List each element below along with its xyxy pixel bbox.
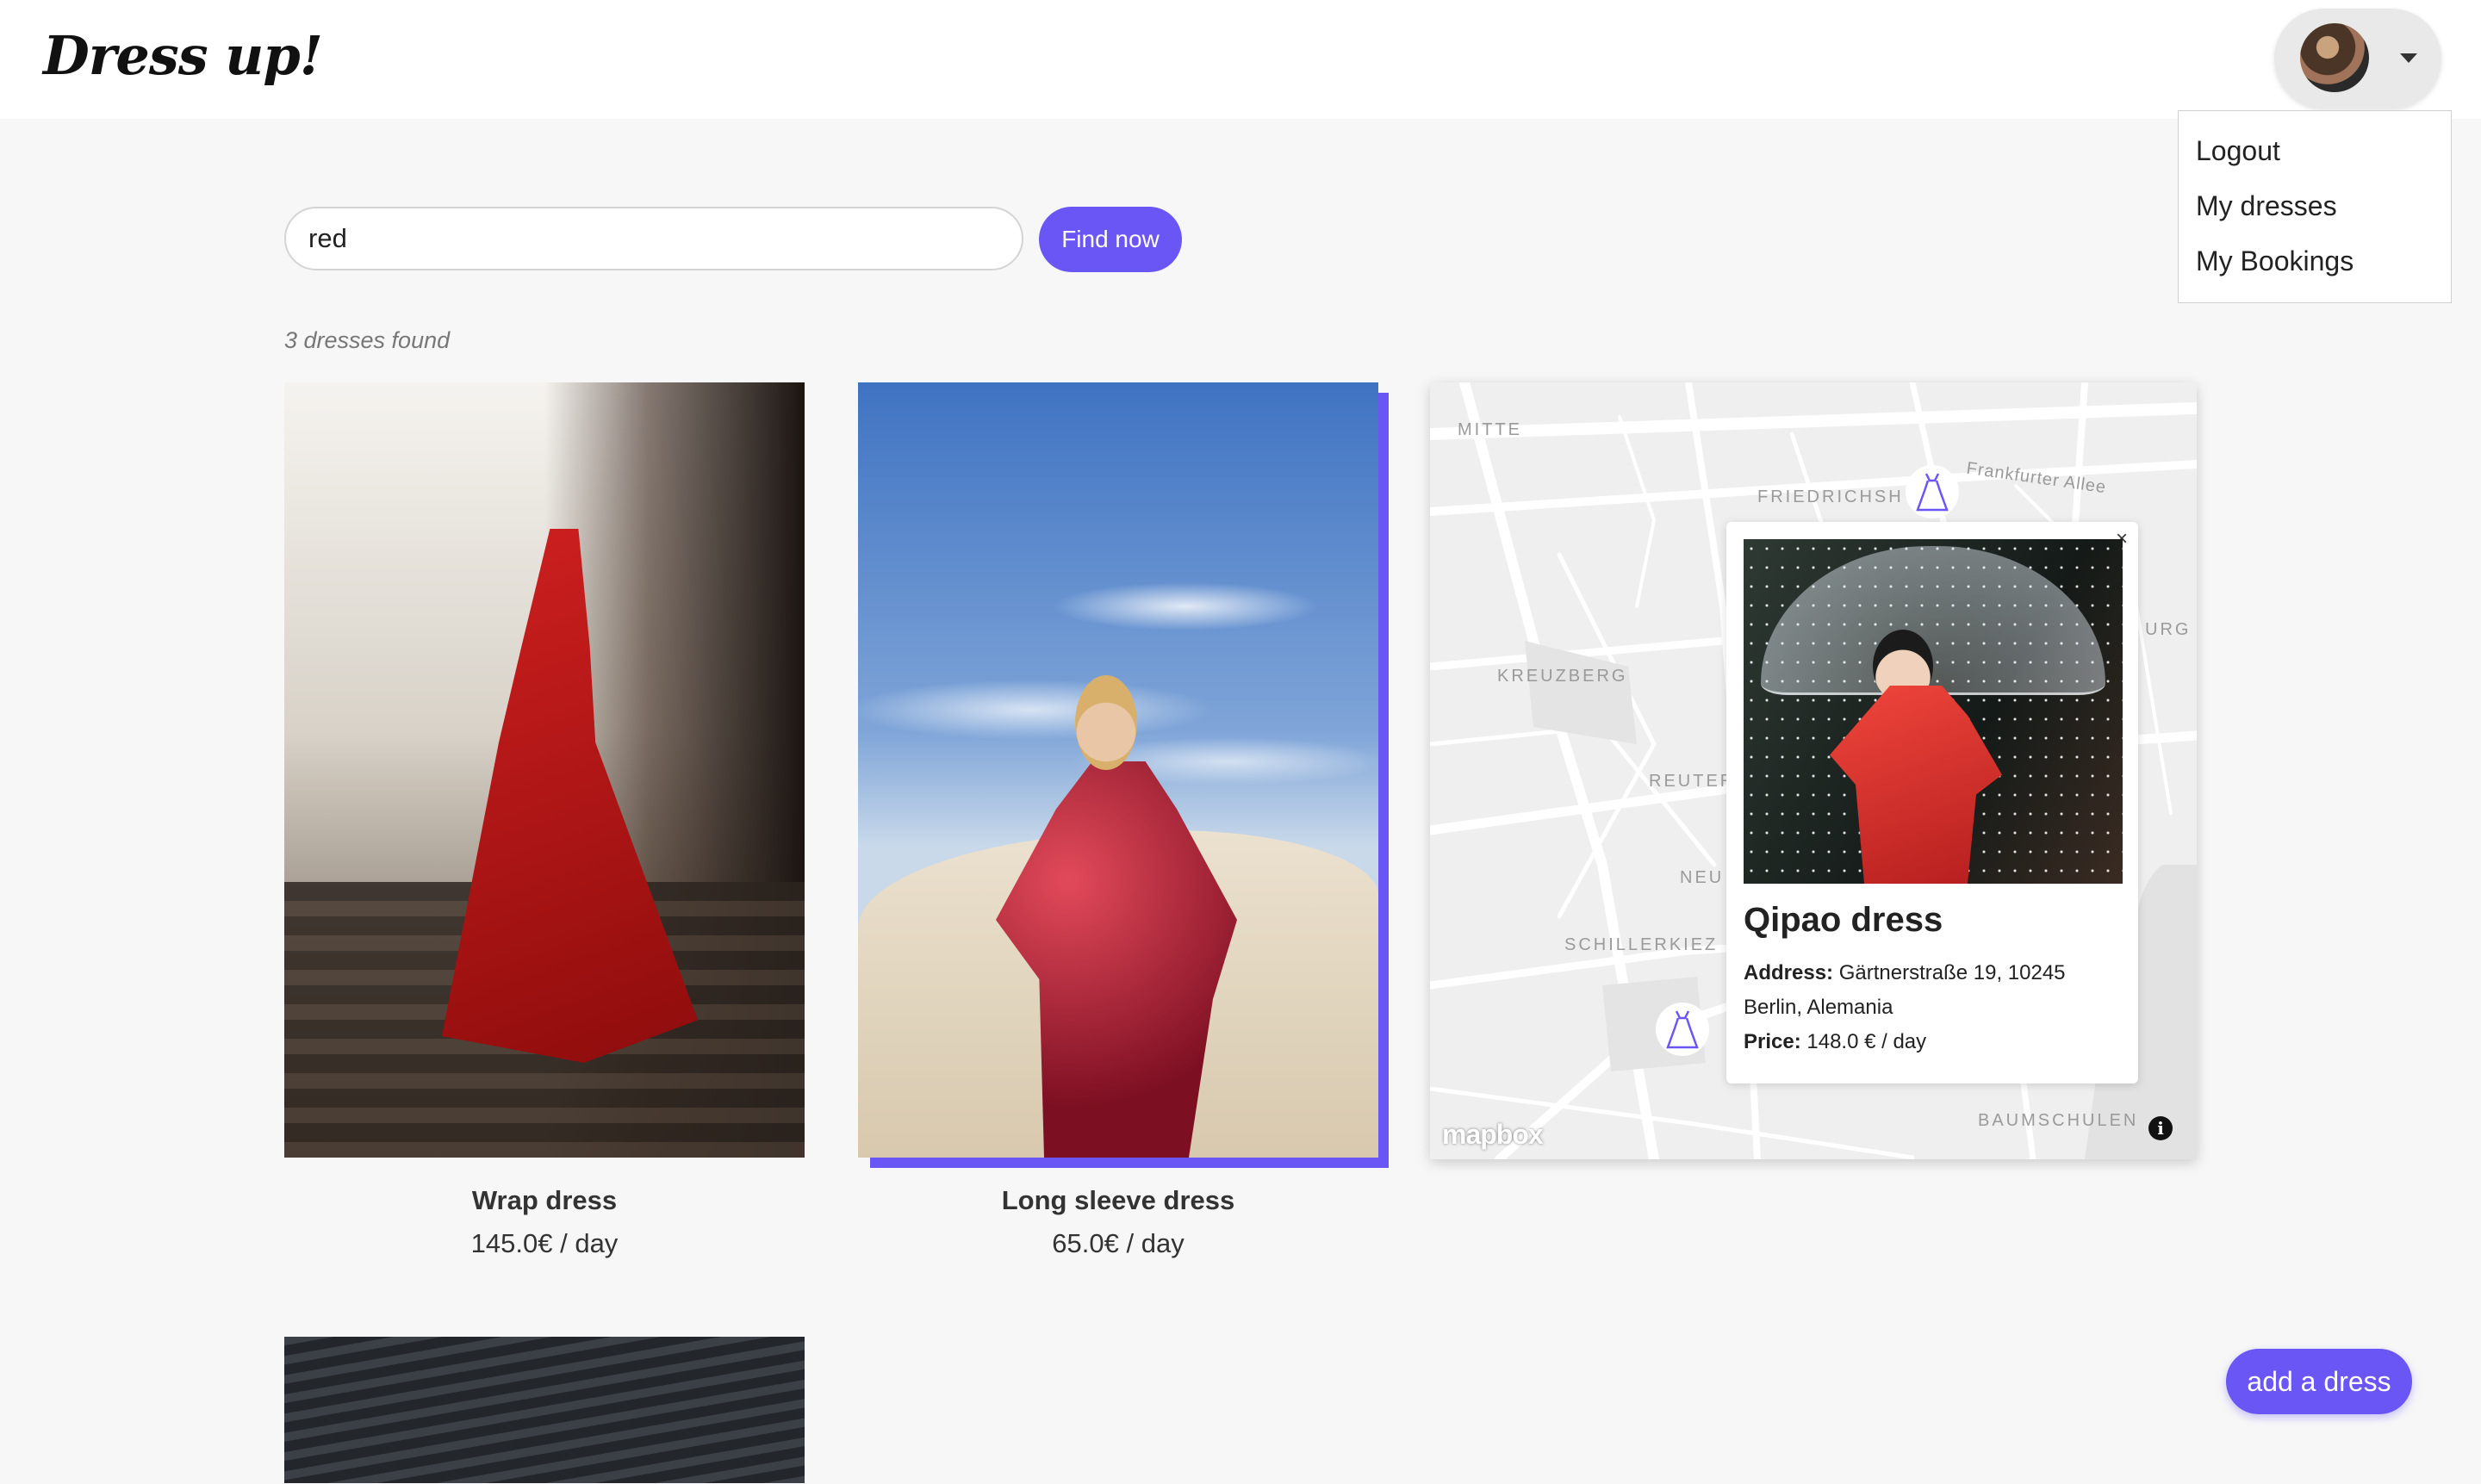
map-popup: × Qipao dress Address: Gärtnerstraße 19,… (1726, 522, 2138, 1084)
dress-card-long-sleeve-dress[interactable]: Long sleeve dress 65.0€ / day (858, 382, 1378, 1261)
map-label-kreuzberg: KREUZBERG (1497, 667, 1628, 686)
map-label-schillerkiez: SCHILLERKIEZ (1564, 935, 1719, 954)
photo-dress (1830, 686, 2002, 884)
map-label-mitte: MITTE (1458, 420, 1522, 439)
dress-photo[interactable] (284, 1337, 805, 1483)
dress-icon (1916, 473, 1949, 512)
map-label-friedrichshain: FRIEDRICHSH (1757, 487, 1904, 506)
menu-item-my-dresses[interactable]: My dresses (2196, 190, 2337, 222)
popup-address-line1: Address: Gärtnerstraße 19, 10245 (1744, 961, 2066, 985)
user-menu-toggle[interactable] (2274, 9, 2441, 109)
menu-item-my-bookings[interactable]: My Bookings (2196, 245, 2354, 277)
search-input[interactable] (284, 207, 1023, 270)
add-dress-button[interactable]: add a dress (2226, 1349, 2412, 1414)
popup-price-label: Price: (1744, 1030, 1801, 1053)
dress-price: 145.0€ / day (470, 1228, 619, 1258)
dress-photo[interactable] (284, 382, 805, 1158)
photo-model-head (1075, 675, 1137, 770)
popup-address-label: Address: (1744, 961, 1834, 984)
dress-name[interactable]: Long sleeve dress (858, 1185, 1378, 1216)
map[interactable]: MITTE FRIEDRICHSH Frankfurter Allee KREU… (1430, 382, 2197, 1159)
info-icon[interactable]: i (2148, 1116, 2173, 1140)
photo-umbrella (1761, 546, 2105, 695)
popup-title: Qipao dress (1744, 901, 1943, 939)
popup-address-line2: Berlin, Alemania (1744, 996, 1893, 1019)
dress-card-wrap-dress[interactable]: Wrap dress 145.0€ / day (284, 382, 805, 1261)
menu-item-logout[interactable]: Logout (2196, 135, 2280, 167)
popup-price: Price: 148.0 € / day (1744, 1030, 1926, 1054)
chevron-down-icon (2400, 53, 2417, 63)
map-label-neu: NEU (1680, 868, 1725, 887)
user-dropdown-menu: Logout My dresses My Bookings (2178, 110, 2452, 303)
find-now-button[interactable]: Find now (1039, 207, 1182, 272)
dress-name[interactable]: Wrap dress (284, 1185, 805, 1216)
popup-price-value: 148.0 € / day (1806, 1030, 1927, 1053)
navbar: Dress up! (0, 0, 2481, 119)
map-label-urg: URG (2145, 620, 2192, 639)
dress-icon (1666, 1010, 1699, 1049)
map-label-reuter: REUTER (1649, 772, 1736, 791)
dress-photo[interactable] (858, 382, 1378, 1158)
brand-logo[interactable]: Dress up! (43, 24, 323, 87)
popup-dress-photo[interactable] (1744, 539, 2123, 884)
photo-dress (442, 529, 698, 1063)
avatar (2300, 23, 2369, 92)
popup-address-value: Gärtnerstraße 19, 10245 (1838, 961, 2066, 984)
mapbox-logo[interactable]: mapbox (1442, 1119, 1544, 1151)
dress-card-qipao-dress[interactable] (284, 1337, 805, 1484)
results-count: 3 dresses found (284, 327, 451, 353)
dress-marker[interactable] (1906, 465, 1959, 518)
map-label-baumschulen: BAUMSCHULEN (1978, 1111, 2139, 1130)
dress-marker[interactable] (1656, 1003, 1709, 1056)
dress-price: 65.0€ / day (1052, 1228, 1185, 1258)
